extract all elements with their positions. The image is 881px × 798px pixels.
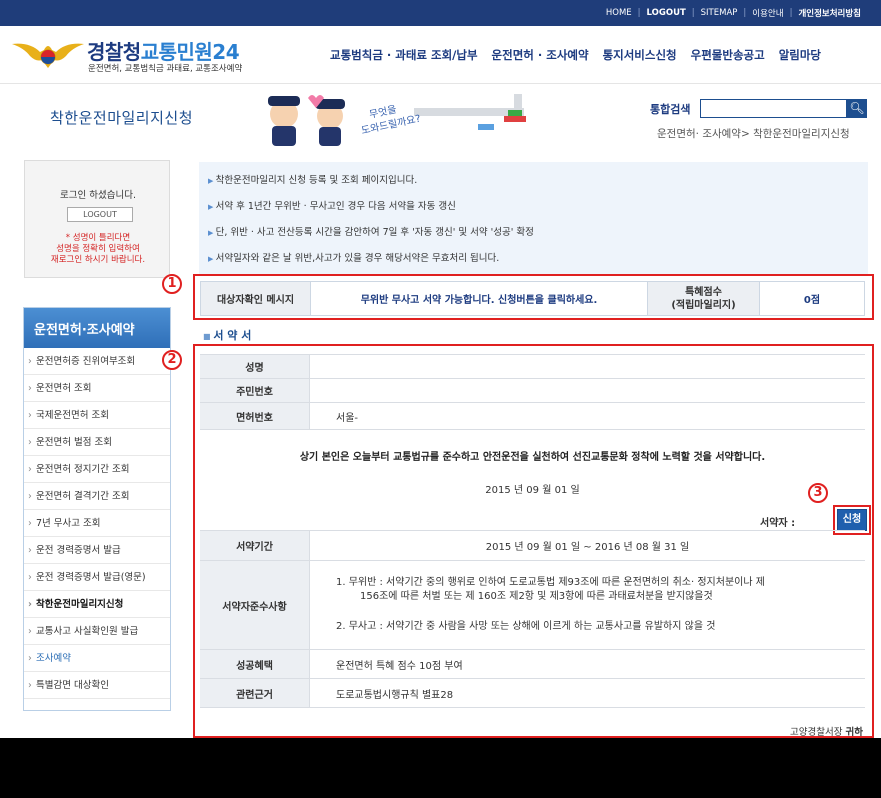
- apply-button[interactable]: 신청: [837, 509, 867, 531]
- side-menu-title: 운전면허·조사예약: [24, 308, 170, 348]
- guide-link[interactable]: 이용안내: [746, 7, 789, 19]
- side-item-7yr-no-accident[interactable]: 7년 무사고 조회: [24, 510, 170, 537]
- benefit-value: 운전면허 특혜 점수 10점 부여: [336, 660, 463, 672]
- notice-line: 단, 위반 · 사고 전산등록 시간을 감안하여 7일 후 '자동 갱신' 및 …: [208, 224, 534, 238]
- target-message: 무위반 무사고 서약 가능합니다. 신청버튼을 클릭하세요.: [310, 281, 648, 316]
- basis-label: 관련근거: [200, 679, 310, 707]
- name-value: [310, 355, 865, 378]
- pledge-terms-table: 서약기간 2015 년 09 월 01 일 ~ 2016 년 08 월 31 일…: [200, 530, 865, 708]
- site-logo[interactable]: 경찰청교통민원24 운전면허, 교통범칙금 과태료, 교통조사예약: [10, 34, 300, 76]
- license-label: 면허번호: [200, 403, 310, 429]
- login-note-line: * 성명이 틀리다면: [65, 233, 131, 243]
- pledge-row-period: 서약기간 2015 년 09 월 01 일 ~ 2016 년 08 월 31 일: [200, 531, 865, 561]
- side-item-special-reduction[interactable]: 특별감면 대상확인: [24, 672, 170, 699]
- side-item-license-verify[interactable]: 운전면허증 진위여부조회: [24, 348, 170, 375]
- pledge-row-license: 면허번호 서울-: [200, 403, 865, 430]
- site-header: 경찰청교통민원24 운전면허, 교통범칙금 과태료, 교통조사예약 교통범칙금 …: [0, 26, 881, 84]
- breadcrumb: 운전면허· 조사예약> 착한운전마일리지신청: [657, 128, 850, 140]
- search-label: 통합검색: [650, 103, 691, 116]
- pledge-table: 성명 주민번호 면허번호 서울-: [200, 354, 865, 430]
- side-item-driving-record-en[interactable]: 운전 경력증명서 발급(영문): [24, 564, 170, 591]
- benefit-label: 성공혜택: [200, 650, 310, 678]
- pledge-row-name: 성명: [200, 355, 865, 379]
- points-value: 0점: [759, 281, 865, 316]
- side-item-penalty-points[interactable]: 운전면허 벌점 조회: [24, 429, 170, 456]
- page: HOME | LOGOUT | SITEMAP | 이용안내 | 개인정보처리방…: [0, 0, 881, 738]
- nav-license[interactable]: 운전면허 · 조사예약: [492, 47, 589, 63]
- rules-value: 1. 무위반 : 서약기간 중의 행위로 인하여 도로교통법 제93조에 따른 …: [310, 561, 865, 649]
- notice-line: 서약일자와 같은 날 위반,사고가 있을 경우 해당서약은 무효처리 됩니다.: [208, 250, 500, 264]
- basis-value: 도로교통법시행규칙 별표28: [336, 689, 454, 701]
- side-item-good-driving-mileage[interactable]: 착한운전마일리지신청: [24, 591, 170, 618]
- notice-line: 서약 후 1년간 무위반 · 무사고인 경우 다음 서약을 자동 갱신: [208, 198, 456, 212]
- rule-1-line-2: 156조에 따른 처벌 또는 제 160조 제2항 및 제3항에 따른 과태료처…: [360, 591, 713, 602]
- logo-title-main: 경찰청: [87, 40, 141, 64]
- rrn-value: [310, 379, 865, 402]
- side-menu: 운전면허·조사예약 운전면허증 진위여부조회 운전면허 조회 국제운전면허 조회…: [23, 307, 171, 711]
- pledge-date: 2015 년 09 월 01 일: [485, 485, 580, 496]
- sitemap-link[interactable]: SITEMAP: [695, 8, 744, 18]
- period-label: 서약기간: [200, 531, 310, 560]
- search-input[interactable]: [700, 99, 847, 118]
- side-item-license-lookup[interactable]: 운전면허 조회: [24, 375, 170, 402]
- nav-returned-mail[interactable]: 우편물반송공고: [691, 47, 765, 63]
- main-navigation: 교통범칙금 · 과태료 조회/납부 운전면허 · 조사예약 통지서비스신청 우편…: [330, 47, 835, 63]
- login-note-line: 성명을 정확히 입력하여: [56, 244, 140, 254]
- top-utility-bar: HOME | LOGOUT | SITEMAP | 이용안내 | 개인정보처리방…: [0, 0, 881, 26]
- logout-button[interactable]: LOGOUT: [67, 207, 133, 222]
- side-item-suspension-period[interactable]: 운전면허 정지기간 조회: [24, 456, 170, 483]
- rule-2: 2. 무사고 : 서약기간 중 사람을 사망 또는 상해에 이르게 하는 교통사…: [336, 621, 716, 632]
- logo-title: 경찰청교통민원24: [87, 36, 240, 65]
- pledge-recipient: 고양경찰서장 귀하: [790, 724, 863, 738]
- annotation-number-2: 2: [162, 350, 182, 370]
- login-status-box: 로그인 하셨습니다. LOGOUT * 성명이 틀리다면 성명을 정확히 입력하…: [24, 160, 170, 278]
- rule-1-line-1: 1. 무위반 : 서약기간 중의 행위로 인하여 도로교통법 제93조에 따른 …: [336, 577, 765, 588]
- license-value: 서울-: [336, 412, 359, 424]
- pledge-row-rrn: 주민번호: [200, 379, 865, 403]
- pledge-statement: 상기 본인은 오늘부터 교통법규를 준수하고 안전운전을 실천하여 선진교통문화…: [299, 452, 766, 463]
- points-label-line: (적립마일리지): [671, 299, 736, 311]
- signer-label: 서약자 :: [760, 518, 796, 529]
- notice-line: 착한운전마일리지 신청 등록 및 조회 페이지입니다.: [208, 172, 418, 186]
- pledge-section-title: 서 약 서: [203, 327, 251, 343]
- recipient-org: 고양경찰서장: [790, 727, 843, 738]
- side-item-reservation[interactable]: 조사예약: [24, 645, 170, 672]
- bottom-blank-area: [0, 738, 881, 798]
- target-confirmation-table: 대상자확인 메시지 무위반 무사고 서약 가능합니다. 신청버튼을 클릭하세요.…: [200, 281, 865, 316]
- pledge-row-rules: 서약자준수사항 1. 무위반 : 서약기간 중의 행위로 인하여 도로교통법 제…: [200, 561, 865, 650]
- search-icon: 🔍︎: [849, 101, 865, 115]
- rrn-label: 주민번호: [200, 379, 310, 402]
- page-title: 착한운전마일리지신청: [50, 109, 194, 127]
- login-note: * 성명이 틀리다면 성명을 정확히 입력하여 재로그인 하시기 바랍니다.: [25, 233, 171, 266]
- points-label: 특혜점수 (적립마일리지): [647, 281, 760, 316]
- annotation-number-1: 1: [162, 274, 182, 294]
- target-message-label: 대상자확인 메시지: [200, 281, 311, 316]
- logo-title-accent: 교통민원24: [140, 40, 240, 64]
- home-link[interactable]: HOME: [600, 8, 638, 18]
- side-item-intl-license[interactable]: 국제운전면허 조회: [24, 402, 170, 429]
- name-label: 성명: [200, 355, 310, 378]
- side-item-driving-record[interactable]: 운전 경력증명서 발급: [24, 537, 170, 564]
- police-mascot-banner: 무엇을 도와드릴까요?: [268, 94, 526, 146]
- logout-link[interactable]: LOGOUT: [641, 8, 692, 18]
- privacy-link[interactable]: 개인정보처리방침: [792, 7, 867, 19]
- login-note-line: 재로그인 하시기 바랍니다.: [50, 255, 146, 265]
- points-label-line: 특혜점수: [685, 286, 722, 298]
- pledge-row-basis: 관련근거 도로교통법시행규칙 별표28: [200, 679, 865, 708]
- logo-subtitle: 운전면허, 교통범칙금 과태료, 교통조사예약: [88, 64, 243, 74]
- nav-fines[interactable]: 교통범칙금 · 과태료 조회/납부: [330, 47, 478, 63]
- notice-box: 착한운전마일리지 신청 등록 및 조회 페이지입니다. 서약 후 1년간 무위반…: [199, 162, 868, 274]
- nav-notification[interactable]: 통지서비스신청: [603, 47, 677, 63]
- period-value: 2015 년 09 월 01 일 ~ 2016 년 08 월 31 일: [485, 542, 690, 553]
- annotation-number-3: 3: [808, 483, 828, 503]
- rules-label: 서약자준수사항: [200, 561, 310, 649]
- side-item-accident-certificate[interactable]: 교통사고 사실확인원 발급: [24, 618, 170, 645]
- login-message: 로그인 하셨습니다.: [60, 190, 136, 201]
- pledge-row-benefit: 성공혜택 운전면허 특혜 점수 10점 부여: [200, 650, 865, 679]
- recipient-suffix: 귀하: [845, 727, 863, 738]
- police-emblem-icon: [12, 43, 84, 68]
- search-button[interactable]: 🔍︎: [847, 99, 867, 118]
- nav-notice[interactable]: 알림마당: [779, 47, 821, 63]
- side-item-disqualification-period[interactable]: 운전면허 결격기간 조회: [24, 483, 170, 510]
